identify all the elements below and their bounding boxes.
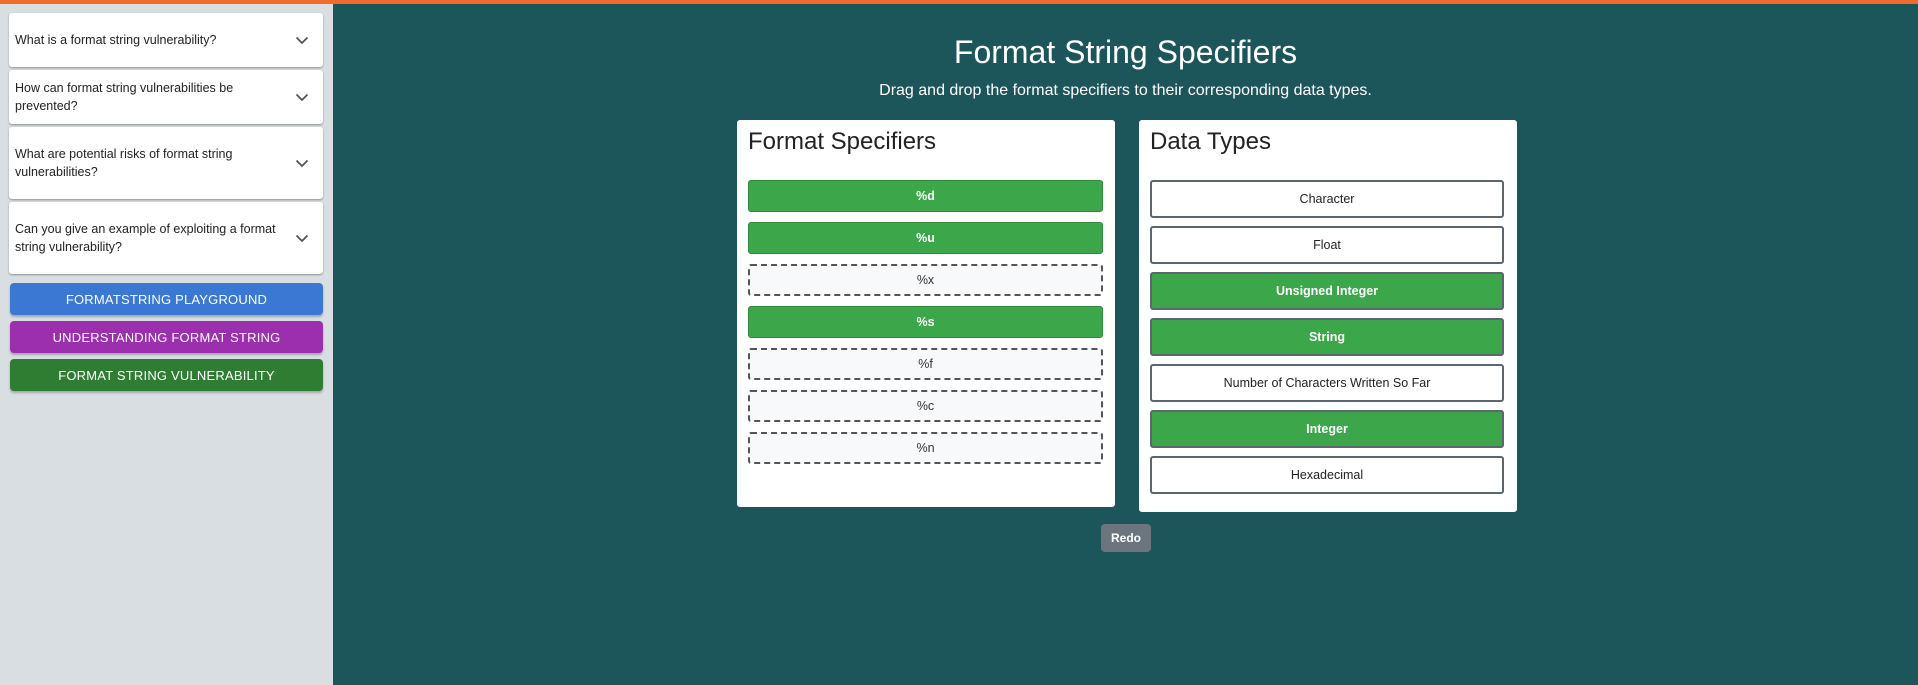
faq-question: How can format string vulnerabilities be…	[15, 81, 234, 113]
data-types-panel: Data Types Character Float Unsigned Inte…	[1139, 120, 1517, 512]
drop-zone-float[interactable]: Float	[1150, 226, 1504, 264]
faq-item-risks[interactable]: What are potential risks of format strin…	[9, 127, 323, 199]
drop-zone-unsigned-integer[interactable]: Unsigned Integer	[1150, 272, 1504, 310]
faq-item-prevention[interactable]: How can format string vulnerabilities be…	[9, 70, 323, 124]
specifier-d[interactable]: %d	[748, 180, 1103, 212]
specifier-s[interactable]: %s	[748, 306, 1103, 338]
redo-button[interactable]: Redo	[1101, 524, 1151, 552]
page-subtitle: Drag and drop the format specifiers to t…	[879, 82, 1372, 99]
panel-heading: Data Types	[1150, 128, 1271, 155]
main-content: Format String Specifiers Drag and drop t…	[333, 4, 1918, 685]
faq-question: What are potential risks of format strin…	[15, 147, 233, 179]
drop-zone-hexadecimal[interactable]: Hexadecimal	[1150, 456, 1504, 494]
specifier-f[interactable]: %f	[748, 348, 1103, 380]
chevron-down-icon	[291, 227, 313, 249]
sidebar: What is a format string vulnerability? H…	[0, 4, 333, 685]
chevron-down-icon	[291, 152, 313, 174]
specifier-u[interactable]: %u	[748, 222, 1103, 254]
page-title: Format String Specifiers	[953, 34, 1298, 70]
specifier-c[interactable]: %c	[748, 390, 1103, 422]
specifier-x[interactable]: %x	[748, 264, 1103, 296]
faq-item-what-is[interactable]: What is a format string vulnerability?	[9, 13, 323, 67]
panel-heading: Format Specifiers	[748, 128, 937, 155]
chevron-down-icon	[291, 86, 313, 108]
chevron-down-icon	[291, 29, 313, 51]
specifier-n[interactable]: %n	[748, 432, 1103, 464]
faq-item-exploit-example[interactable]: Can you give an example of exploiting a …	[9, 202, 323, 274]
drop-zone-character[interactable]: Character	[1150, 180, 1504, 218]
understanding-format-string-button[interactable]: UNDERSTANDING FORMAT STRING	[10, 321, 323, 353]
faq-question: What is a format string vulnerability?	[15, 33, 217, 47]
faq-question: Can you give an example of exploiting a …	[15, 222, 276, 254]
drop-zone-chars-written[interactable]: Number of Characters Written So Far	[1150, 364, 1504, 402]
format-string-vulnerability-button[interactable]: FORMAT STRING VULNERABILITY	[10, 359, 323, 391]
drop-zone-integer[interactable]: Integer	[1150, 410, 1504, 448]
formatstring-playground-button[interactable]: FORMATSTRING PLAYGROUND	[10, 283, 323, 315]
drop-zone-string[interactable]: String	[1150, 318, 1504, 356]
format-specifiers-panel: Format Specifiers %d %u %x %s %f %c %n	[737, 120, 1115, 507]
